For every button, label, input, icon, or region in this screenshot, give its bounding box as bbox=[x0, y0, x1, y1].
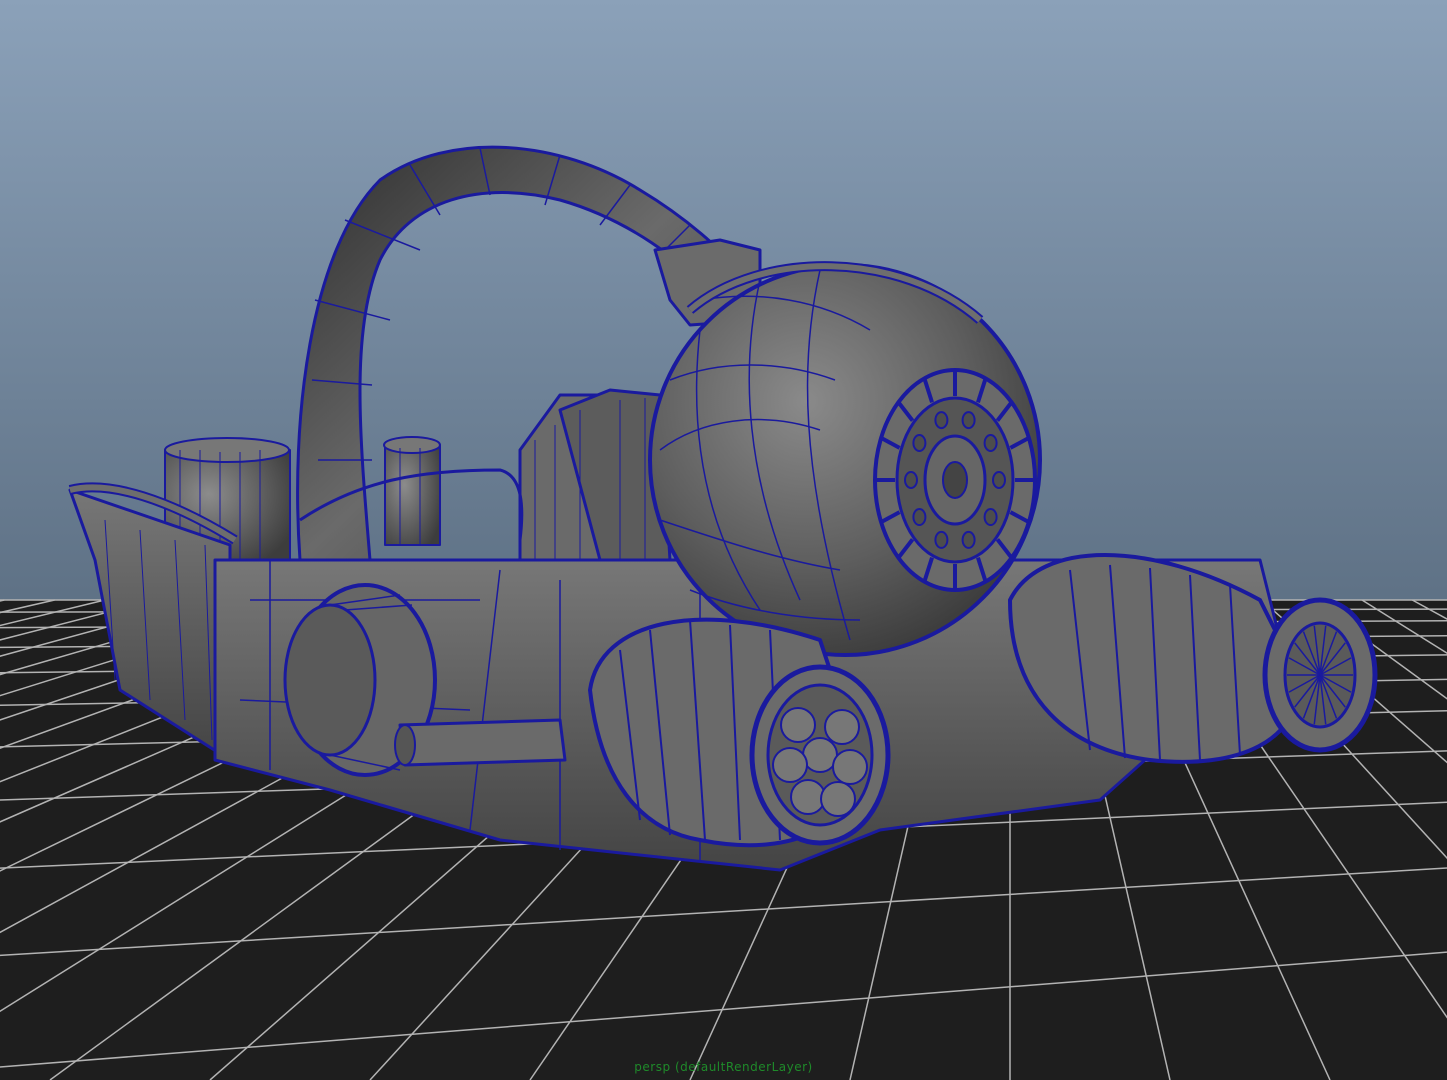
emitter-bulb bbox=[824, 709, 860, 745]
lens-bolt bbox=[992, 471, 1006, 489]
viewport-scene[interactable] bbox=[0, 0, 1447, 1080]
lens-bolt bbox=[904, 471, 918, 489]
main-lamp-sphere bbox=[648, 261, 1042, 657]
viewport-panel-persp[interactable]: persp (defaultRenderLayer) bbox=[0, 0, 1447, 1080]
emitter-bulb bbox=[832, 749, 868, 785]
lens-bolt bbox=[983, 508, 998, 527]
emitter-bulb bbox=[772, 747, 808, 783]
lens-bolt bbox=[983, 433, 998, 452]
emitter-bulb bbox=[790, 779, 826, 815]
lens-bolt bbox=[961, 411, 976, 430]
emitter-bulb bbox=[780, 707, 816, 743]
lens-bolt bbox=[912, 508, 927, 527]
side-barrel bbox=[398, 718, 567, 767]
lens-bolt bbox=[934, 530, 949, 549]
emitter-bulb bbox=[802, 737, 838, 773]
lens-bolt bbox=[961, 530, 976, 549]
emitter-bulb bbox=[820, 781, 856, 817]
lens-bolt bbox=[912, 433, 927, 452]
lens-bolt bbox=[934, 411, 949, 430]
